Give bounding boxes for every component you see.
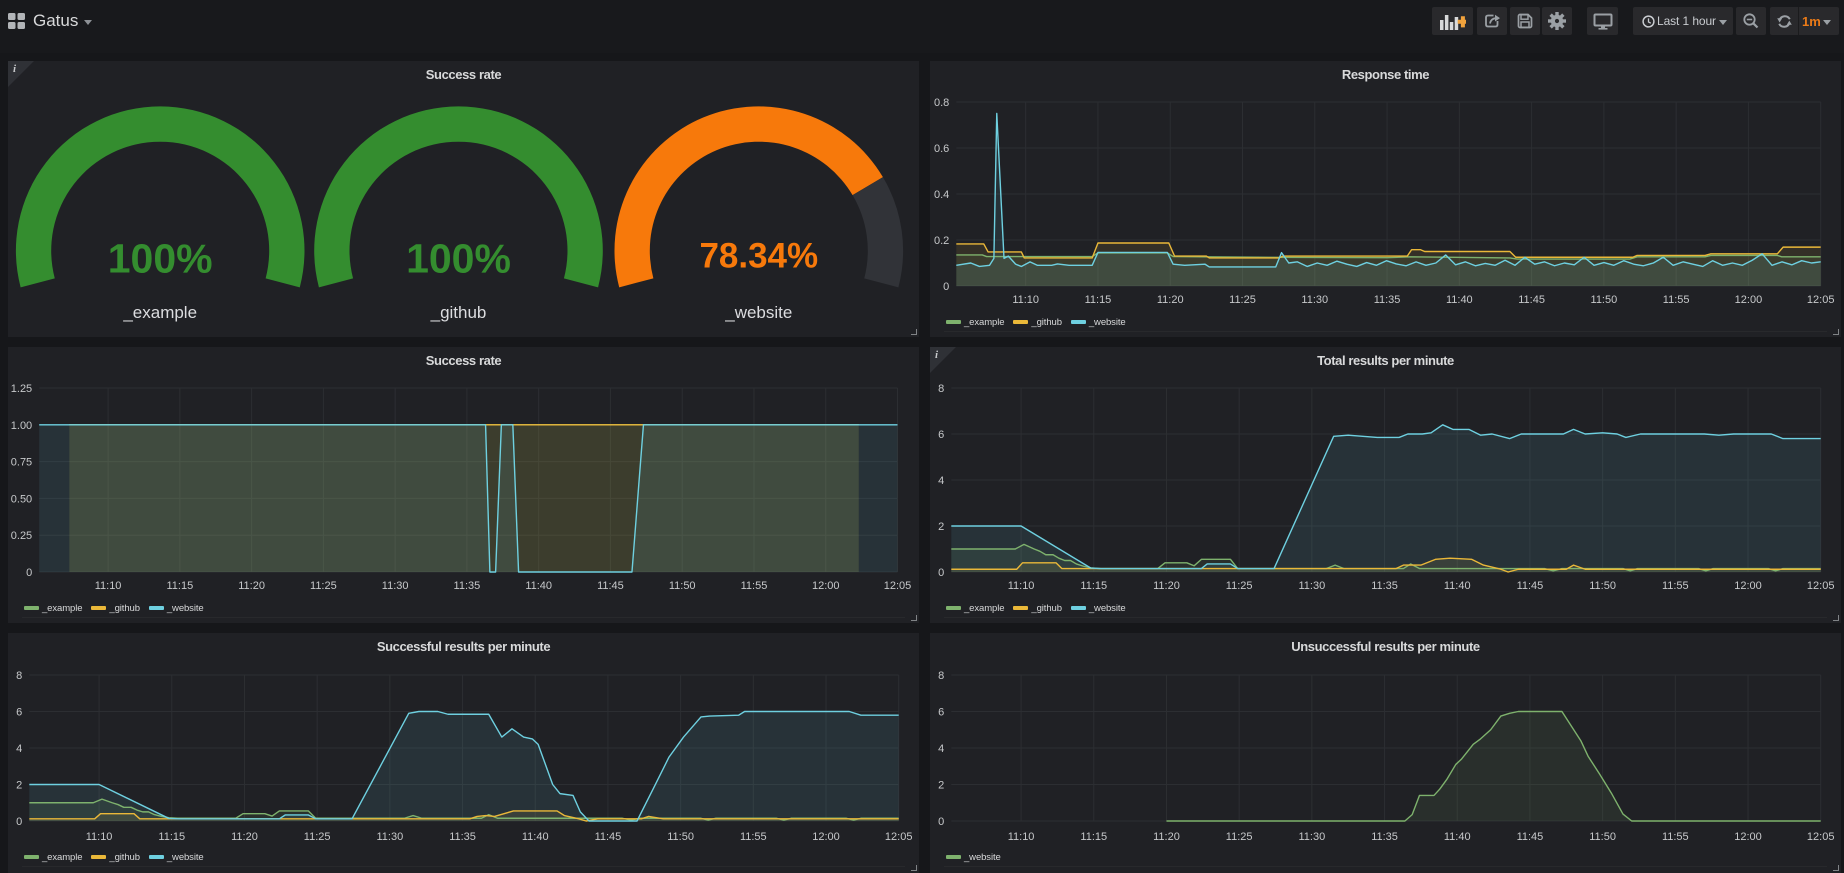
svg-text:11:35: 11:35 xyxy=(454,580,481,592)
svg-text:_example: _example xyxy=(122,303,197,322)
svg-text:11:25: 11:25 xyxy=(304,831,331,843)
svg-text:11:30: 11:30 xyxy=(376,831,403,843)
svg-text:11:35: 11:35 xyxy=(1371,580,1398,592)
svg-text:12:00: 12:00 xyxy=(812,580,840,592)
svg-text:8: 8 xyxy=(16,670,22,682)
svg-text:100%: 100% xyxy=(406,236,511,282)
svg-text:11:10: 11:10 xyxy=(86,831,113,843)
svg-text:11:40: 11:40 xyxy=(1446,294,1473,306)
svg-text:11:40: 11:40 xyxy=(1444,580,1471,592)
svg-text:11:10: 11:10 xyxy=(95,580,122,592)
svg-text:11:40: 11:40 xyxy=(1444,831,1471,843)
svg-text:11:20: 11:20 xyxy=(1153,580,1180,592)
svg-text:11:45: 11:45 xyxy=(597,580,624,592)
svg-text:1.25: 1.25 xyxy=(11,383,32,395)
svg-text:11:45: 11:45 xyxy=(1517,580,1544,592)
svg-text:_website: _website xyxy=(724,303,792,322)
svg-text:4: 4 xyxy=(938,743,944,755)
svg-text:11:30: 11:30 xyxy=(382,580,409,592)
svg-text:11:20: 11:20 xyxy=(1157,294,1184,306)
svg-text:12:05: 12:05 xyxy=(1807,831,1835,843)
svg-text:0.6: 0.6 xyxy=(934,143,949,155)
svg-text:11:30: 11:30 xyxy=(1298,831,1325,843)
svg-text:0.75: 0.75 xyxy=(11,457,32,469)
svg-text:11:20: 11:20 xyxy=(1153,831,1180,843)
svg-text:0.8: 0.8 xyxy=(934,97,949,109)
svg-text:8: 8 xyxy=(938,670,944,682)
svg-text:11:35: 11:35 xyxy=(449,831,476,843)
svg-text:2: 2 xyxy=(938,780,944,792)
svg-text:6: 6 xyxy=(16,707,22,719)
svg-text:11:25: 11:25 xyxy=(1226,831,1253,843)
svg-text:11:25: 11:25 xyxy=(1229,294,1256,306)
svg-text:11:10: 11:10 xyxy=(1008,831,1035,843)
svg-text:11:50: 11:50 xyxy=(667,831,694,843)
svg-text:11:25: 11:25 xyxy=(310,580,337,592)
svg-text:0.4: 0.4 xyxy=(934,189,949,201)
svg-text:0.50: 0.50 xyxy=(11,493,32,505)
svg-text:11:35: 11:35 xyxy=(1371,831,1398,843)
svg-text:12:05: 12:05 xyxy=(884,580,912,592)
svg-text:0: 0 xyxy=(943,281,949,293)
svg-text:11:15: 11:15 xyxy=(167,580,194,592)
svg-text:78.34%: 78.34% xyxy=(699,237,818,276)
svg-text:12:00: 12:00 xyxy=(812,831,840,843)
svg-text:11:35: 11:35 xyxy=(1374,294,1401,306)
svg-text:0: 0 xyxy=(16,816,22,828)
svg-text:11:55: 11:55 xyxy=(1662,831,1689,843)
svg-text:11:15: 11:15 xyxy=(1085,294,1112,306)
svg-text:0.25: 0.25 xyxy=(11,530,32,542)
svg-text:11:55: 11:55 xyxy=(1663,294,1690,306)
svg-text:11:30: 11:30 xyxy=(1301,294,1328,306)
svg-text:11:50: 11:50 xyxy=(1589,831,1616,843)
svg-text:11:55: 11:55 xyxy=(740,831,767,843)
svg-text:11:50: 11:50 xyxy=(669,580,696,592)
svg-text:2: 2 xyxy=(938,521,944,533)
svg-text:6: 6 xyxy=(938,429,944,441)
svg-text:4: 4 xyxy=(16,743,22,755)
svg-text:11:15: 11:15 xyxy=(1080,580,1107,592)
svg-text:0.2: 0.2 xyxy=(934,235,949,247)
svg-text:11:55: 11:55 xyxy=(1662,580,1689,592)
svg-text:11:10: 11:10 xyxy=(1012,294,1039,306)
svg-text:12:00: 12:00 xyxy=(1734,580,1762,592)
svg-text:11:40: 11:40 xyxy=(525,580,552,592)
svg-text:4: 4 xyxy=(938,475,944,487)
svg-text:100%: 100% xyxy=(108,236,213,282)
svg-text:8: 8 xyxy=(938,383,944,395)
svg-text:11:20: 11:20 xyxy=(231,831,258,843)
svg-text:11:50: 11:50 xyxy=(1589,580,1616,592)
svg-text:11:30: 11:30 xyxy=(1298,580,1325,592)
svg-text:11:55: 11:55 xyxy=(741,580,768,592)
svg-text:12:05: 12:05 xyxy=(1807,294,1835,306)
svg-text:6: 6 xyxy=(938,707,944,719)
svg-text:2: 2 xyxy=(16,780,22,792)
svg-text:_github: _github xyxy=(430,303,487,322)
svg-text:12:05: 12:05 xyxy=(885,831,913,843)
svg-text:11:15: 11:15 xyxy=(158,831,185,843)
svg-text:12:05: 12:05 xyxy=(1807,580,1835,592)
svg-text:11:45: 11:45 xyxy=(1518,294,1545,306)
svg-text:11:40: 11:40 xyxy=(522,831,549,843)
svg-text:0: 0 xyxy=(938,816,944,828)
svg-text:12:00: 12:00 xyxy=(1735,294,1763,306)
svg-text:0: 0 xyxy=(26,567,32,579)
svg-text:11:25: 11:25 xyxy=(1226,580,1253,592)
svg-text:0: 0 xyxy=(938,567,944,579)
svg-text:11:45: 11:45 xyxy=(1517,831,1544,843)
svg-text:11:45: 11:45 xyxy=(595,831,622,843)
svg-text:12:00: 12:00 xyxy=(1734,831,1762,843)
svg-text:11:15: 11:15 xyxy=(1080,831,1107,843)
svg-text:11:50: 11:50 xyxy=(1591,294,1618,306)
svg-text:11:10: 11:10 xyxy=(1008,580,1035,592)
svg-text:1.00: 1.00 xyxy=(11,420,32,432)
svg-text:11:20: 11:20 xyxy=(238,580,265,592)
